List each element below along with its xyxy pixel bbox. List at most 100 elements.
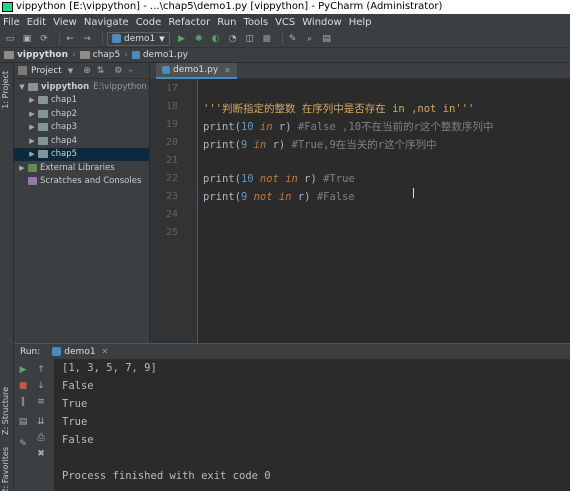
menu-view[interactable]: View bbox=[53, 17, 77, 28]
stop-icon[interactable]: ■ bbox=[18, 381, 28, 391]
tree-external-libraries[interactable]: ▶ External Libraries bbox=[14, 161, 149, 175]
back-icon[interactable]: ← bbox=[64, 33, 76, 45]
chevron-down-icon[interactable]: ▼ bbox=[68, 67, 73, 75]
project-panel-header: Project ▼ ⊕ ⇅ ⚙ – bbox=[14, 63, 149, 79]
search-icon[interactable]: ⌕ bbox=[304, 33, 316, 45]
hide-panel-icon[interactable]: – bbox=[128, 66, 133, 76]
scroll-end-icon[interactable]: ⇊ bbox=[36, 417, 46, 427]
save-icon[interactable]: ▣ bbox=[21, 33, 33, 45]
collapse-arrow-icon[interactable]: ▶ bbox=[28, 96, 36, 104]
collapse-all-icon[interactable]: ⇅ bbox=[97, 66, 105, 76]
forward-icon[interactable]: → bbox=[81, 33, 93, 45]
scroll-down-icon[interactable]: ↓ bbox=[36, 381, 46, 391]
breadcrumb-item[interactable]: chap5 › bbox=[79, 50, 128, 60]
tree-scratches[interactable]: Scratches and Consoles bbox=[14, 175, 149, 189]
vcs-icon[interactable]: ▤ bbox=[321, 33, 333, 45]
soft-wrap-icon[interactable]: ≡ bbox=[36, 397, 46, 407]
tree-external-label: External Libraries bbox=[40, 162, 115, 173]
tree-folder-chap1[interactable]: ▶ chap1 bbox=[14, 94, 149, 108]
gear-icon[interactable]: ⚙ bbox=[114, 66, 122, 76]
code-token: not in bbox=[253, 191, 292, 203]
run-panel-header: Run: demo1 ✕ bbox=[14, 343, 570, 359]
menu-tools[interactable]: Tools bbox=[243, 17, 268, 28]
run-config-select[interactable]: demo1 ▼ bbox=[107, 31, 170, 46]
locate-icon[interactable]: ⊕ bbox=[83, 66, 91, 76]
code-token: #False ,10不在当前的r这个整数序列中 bbox=[297, 121, 494, 133]
favorites-tool-tab[interactable]: 2: Favorites bbox=[1, 447, 10, 491]
code-token: print( bbox=[203, 139, 241, 151]
menu-run[interactable]: Run bbox=[217, 17, 236, 28]
close-icon[interactable]: ✕ bbox=[102, 347, 109, 356]
console-line: Process finished with exit code 0 bbox=[62, 470, 271, 482]
tree-folder-chap4[interactable]: ▶ chap4 bbox=[14, 134, 149, 148]
chevron-down-icon: ▼ bbox=[159, 34, 165, 43]
chevron-right-icon: › bbox=[124, 50, 128, 60]
breadcrumb-item[interactable]: vippython › bbox=[4, 50, 76, 60]
console-line: [1, 3, 5, 7, 9] bbox=[62, 362, 157, 374]
wrench-icon[interactable]: ✎ bbox=[287, 33, 299, 45]
tree-folder-label: chap1 bbox=[51, 95, 78, 106]
menu-window[interactable]: Window bbox=[302, 17, 341, 28]
sync-icon[interactable]: ⟳ bbox=[38, 33, 50, 45]
rerun-icon[interactable]: ▶ bbox=[18, 365, 28, 375]
tree-folder-chap5[interactable]: ▶ chap5 bbox=[14, 147, 149, 161]
tree-folder-chap3[interactable]: ▶ chap3 bbox=[14, 121, 149, 135]
menu-edit[interactable]: Edit bbox=[27, 17, 46, 28]
tree-folder-label: chap5 bbox=[51, 149, 78, 160]
run-icon[interactable]: ▶ bbox=[176, 33, 188, 45]
window-titlebar: vippython [E:\vippython] - ...\chap5\dem… bbox=[0, 0, 570, 14]
tab-demo1-py[interactable]: demo1.py ✕ bbox=[156, 63, 237, 79]
toolbar-divider bbox=[102, 32, 103, 45]
line-number: 25 bbox=[165, 227, 178, 238]
pin-icon[interactable]: ✎ bbox=[18, 439, 28, 449]
collapse-arrow-icon[interactable]: ▶ bbox=[28, 137, 36, 145]
run-tab-demo1[interactable]: demo1 ✕ bbox=[52, 347, 108, 357]
scroll-up-icon[interactable]: ↑ bbox=[36, 365, 46, 375]
collapse-arrow-icon[interactable]: ▶ bbox=[28, 110, 36, 118]
menu-help[interactable]: Help bbox=[349, 17, 372, 28]
breadcrumb-item[interactable]: demo1.py bbox=[131, 50, 188, 60]
editor-tab-bar: demo1.py ✕ bbox=[150, 63, 570, 79]
tree-folder-chap2[interactable]: ▶ chap2 bbox=[14, 107, 149, 121]
breadcrumb-label: chap5 bbox=[92, 50, 121, 60]
stop-icon[interactable]: ■ bbox=[261, 33, 273, 45]
menu-navigate[interactable]: Navigate bbox=[84, 17, 129, 28]
console-line: True bbox=[62, 416, 88, 428]
menu-code[interactable]: Code bbox=[136, 17, 162, 28]
collapse-arrow-icon[interactable]: ▶ bbox=[28, 150, 36, 158]
main-toolbar: ▭ ▣ ⟳ ← → demo1 ▼ ▶ ✱ ◐ ◔ ◫ ■ ✎ ⌕ ▤ bbox=[0, 30, 570, 48]
menu-refactor[interactable]: Refactor bbox=[168, 17, 210, 28]
open-icon[interactable]: ▭ bbox=[4, 33, 16, 45]
concurrency-icon[interactable]: ◫ bbox=[244, 33, 256, 45]
pause-icon[interactable]: ‖ bbox=[18, 397, 28, 407]
layout-icon[interactable]: ▤ bbox=[18, 417, 28, 427]
line-number: 17 bbox=[165, 83, 178, 94]
tree-root[interactable]: ▼ vippython E:\vippython bbox=[14, 80, 149, 94]
breadcrumb-label: demo1.py bbox=[142, 50, 188, 60]
code-token: not in bbox=[259, 173, 298, 185]
collapse-arrow-icon[interactable]: ▶ bbox=[28, 123, 36, 131]
run-console[interactable]: [1, 3, 5, 7, 9] False True True False Process… bbox=[54, 359, 570, 491]
project-tool-tab[interactable]: 1: Project bbox=[1, 71, 10, 109]
structure-tool-tab[interactable]: Z: Structure bbox=[1, 387, 10, 435]
line-number: 20 bbox=[165, 137, 178, 148]
menu-file[interactable]: File bbox=[3, 17, 20, 28]
close-icon[interactable]: ✕ bbox=[224, 66, 231, 75]
code-editor[interactable]: '''判断指定的整数 在序列中是否存在 in ,not in''' print(1… bbox=[199, 79, 570, 343]
chevron-right-icon: › bbox=[72, 50, 76, 60]
trash-icon[interactable]: ✖ bbox=[36, 449, 46, 459]
menu-vcs[interactable]: VCS bbox=[275, 17, 295, 28]
code-token: #False bbox=[316, 191, 355, 203]
profile-icon[interactable]: ◔ bbox=[227, 33, 239, 45]
expand-arrow-icon[interactable]: ▼ bbox=[18, 83, 26, 91]
project-view-select[interactable]: Project bbox=[31, 66, 62, 76]
debug-icon[interactable]: ✱ bbox=[193, 33, 205, 45]
breadcrumb-label: vippython bbox=[17, 50, 69, 60]
folder-icon bbox=[28, 82, 38, 91]
collapse-arrow-icon[interactable]: ▶ bbox=[18, 164, 26, 172]
run-panel-label: Run: bbox=[20, 346, 41, 357]
folder-icon bbox=[38, 109, 48, 118]
tab-label: demo1.py bbox=[173, 65, 219, 75]
print-icon[interactable]: ⎙ bbox=[36, 433, 46, 443]
coverage-icon[interactable]: ◐ bbox=[210, 33, 222, 45]
